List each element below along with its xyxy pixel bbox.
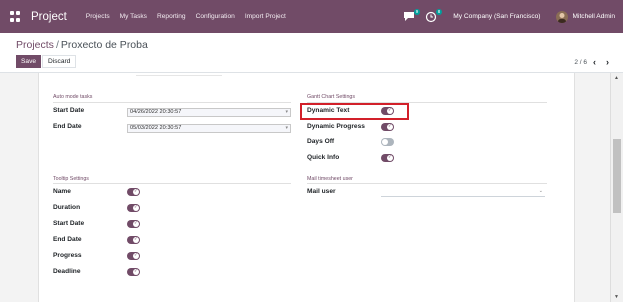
form-view: Auto mode tasks Start Date 04/26/2022 20…: [0, 73, 610, 302]
activity-clock-icon[interactable]: 8: [425, 8, 443, 23]
dynamic-progress-toggle[interactable]: [381, 123, 394, 131]
scrollbar-thumb[interactable]: [613, 139, 621, 213]
start-date-input[interactable]: 04/26/2022 20:30:57 ▾: [127, 108, 291, 117]
highlight-box: [300, 103, 409, 120]
breadcrumb-projects[interactable]: Projects: [16, 39, 54, 51]
save-button[interactable]: Save: [16, 55, 42, 68]
days-off-toggle[interactable]: [381, 138, 394, 146]
start-date-value: 04/26/2022 20:30:57: [130, 109, 182, 115]
activity-badge: 8: [435, 8, 443, 15]
pager-next-button[interactable]: ›: [602, 57, 613, 67]
tooltip-duration-label: Duration: [53, 204, 81, 211]
nav-import-project[interactable]: Import Project: [245, 13, 286, 20]
dynamic-progress-label: Dynamic Progress: [307, 123, 365, 130]
tooltip-deadline-toggle[interactable]: [127, 268, 140, 276]
start-date-label: Start Date: [53, 107, 85, 114]
quick-info-toggle[interactable]: [381, 154, 394, 162]
tooltip-end-date-toggle[interactable]: [127, 236, 140, 244]
nav-configuration[interactable]: Configuration: [196, 13, 235, 20]
pager: 2 / 6 ‹ ›: [574, 57, 613, 67]
messages-badge: 9: [413, 8, 421, 15]
end-date-value: 05/03/2022 20:30:57: [130, 125, 182, 131]
breadcrumb: Projects / Proxecto de Proba: [16, 39, 148, 51]
divider: [136, 75, 222, 76]
breadcrumb-current: Proxecto de Proba: [60, 39, 148, 51]
tooltip-start-date-toggle[interactable]: [127, 220, 140, 228]
user-menu[interactable]: Mitchell Admin: [572, 13, 615, 20]
tooltip-start-date-label: Start Date: [53, 220, 85, 227]
mail-user-label: Mail user: [307, 188, 336, 195]
pager-prev-button[interactable]: ‹: [589, 57, 600, 67]
tooltip-settings-title: Tooltip Settings: [53, 176, 89, 182]
scroll-up-arrow-icon[interactable]: ▲: [614, 75, 619, 81]
app-brand[interactable]: Project: [31, 11, 67, 23]
end-date-input[interactable]: 05/03/2022 20:30:57 ▾: [127, 124, 291, 133]
tooltip-name-toggle[interactable]: [127, 188, 140, 196]
end-date-label: End Date: [53, 123, 82, 130]
mail-timesheet-title: Mail timesheet user: [307, 176, 353, 182]
discard-button[interactable]: Discard: [42, 55, 77, 68]
auto-mode-title: Auto mode tasks: [53, 94, 93, 100]
company-switcher[interactable]: My Company (San Francisco): [453, 13, 540, 20]
tooltip-progress-toggle[interactable]: [127, 252, 140, 260]
vertical-scrollbar[interactable]: ▲ ▼: [610, 73, 623, 302]
tooltip-name-label: Name: [53, 188, 71, 195]
days-off-label: Days Off: [307, 138, 335, 145]
tooltip-deadline-label: Deadline: [53, 268, 81, 275]
form-sheet: Auto mode tasks Start Date 04/26/2022 20…: [38, 73, 575, 302]
gantt-settings-title: Gantt Chart Settings: [307, 94, 355, 100]
chevron-down-icon: ▾: [285, 125, 288, 131]
divider: [53, 183, 291, 184]
control-panel: Projects / Proxecto de Proba Save Discard …: [0, 33, 623, 73]
apps-menu-icon[interactable]: [10, 10, 22, 23]
nav-projects[interactable]: Projects: [86, 13, 110, 20]
scroll-down-arrow-icon[interactable]: ▼: [614, 294, 619, 300]
chevron-down-icon: ▾: [285, 109, 288, 115]
nav-my-tasks[interactable]: My Tasks: [120, 13, 147, 20]
divider: [53, 102, 291, 103]
top-navbar: Project Projects My Tasks Reporting Conf…: [0, 0, 623, 33]
user-avatar[interactable]: [556, 10, 569, 23]
pager-value: 2 / 6: [574, 58, 587, 66]
quick-info-label: Quick Info: [307, 154, 340, 161]
tooltip-duration-toggle[interactable]: [127, 204, 140, 212]
breadcrumb-separator: /: [55, 39, 59, 51]
mail-user-select[interactable]: ⌄: [381, 188, 545, 197]
chevron-down-icon: ⌄: [538, 188, 543, 194]
messages-icon[interactable]: 9: [403, 8, 421, 23]
nav-reporting[interactable]: Reporting: [157, 13, 186, 20]
tooltip-progress-label: Progress: [53, 252, 82, 259]
tooltip-end-date-label: End Date: [53, 236, 82, 243]
divider: [307, 183, 547, 184]
